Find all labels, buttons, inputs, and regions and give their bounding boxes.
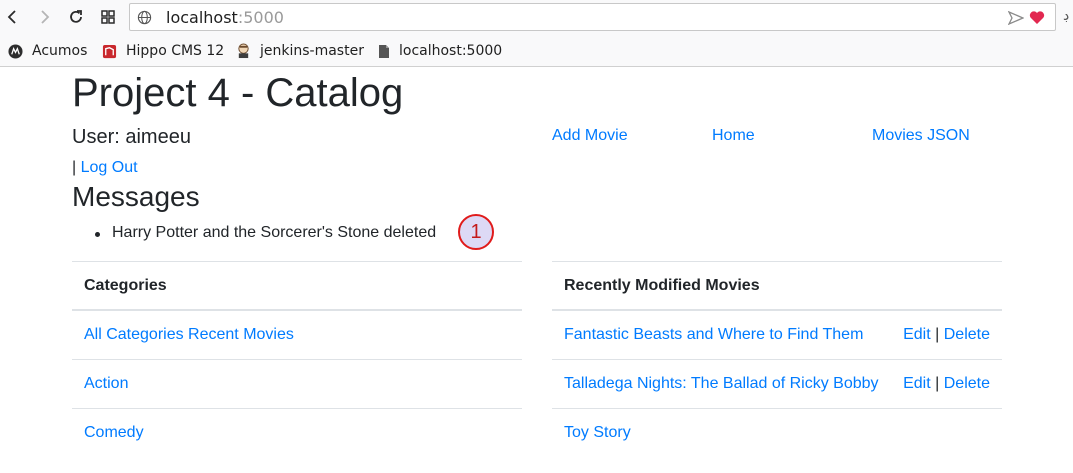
category-link-action[interactable]: Action <box>84 374 128 394</box>
grid-icon <box>101 10 115 24</box>
bookmark-label: jenkins-master <box>260 43 364 59</box>
send-icon[interactable] <box>1008 11 1024 25</box>
delete-link[interactable]: Delete <box>944 375 990 392</box>
table-row: Toy Story <box>552 408 1002 457</box>
logout-link[interactable]: Log Out <box>81 159 138 176</box>
reload-button[interactable] <box>66 7 86 27</box>
edit-link[interactable]: Edit <box>903 326 931 343</box>
table-row: Action <box>72 359 522 408</box>
bookmarks-bar: Acumos Hippo CMS 12 jenkins-master local… <box>0 35 1073 67</box>
page-title: Project 4 - Catalog <box>72 71 404 115</box>
bookmark-label: Hippo CMS 12 <box>126 43 225 59</box>
table-row: Comedy <box>72 408 522 457</box>
chevron-left-icon <box>7 10 16 24</box>
table-row: Fantastic Beasts and Where to Find Them … <box>552 310 1002 359</box>
delete-link[interactable]: Delete <box>944 326 990 343</box>
jenkins-icon <box>236 43 251 59</box>
page-icon <box>378 44 390 59</box>
flash-message: Harry Potter and the Sorcerer's Stone de… <box>112 224 437 241</box>
recent-movies-header: Recently Modified Movies <box>564 277 760 294</box>
user-label: User: aimeeu <box>72 126 191 148</box>
url-host: localhost <box>166 8 238 27</box>
bookmark-hippo-cms[interactable]: Hippo CMS 12 <box>102 41 224 61</box>
url-text[interactable]: localhost:5000 <box>166 8 284 27</box>
movie-link[interactable]: Talladega Nights: The Ballad of Ricky Bo… <box>564 374 879 394</box>
address-bar[interactable]: localhost:5000 <box>129 3 1056 31</box>
table-row: All Categories Recent Movies <box>72 310 522 359</box>
messages-heading: Messages <box>72 181 200 212</box>
url-port: :5000 <box>237 8 284 27</box>
add-movie-link[interactable]: Add Movie <box>552 126 628 146</box>
forward-button[interactable] <box>34 7 54 27</box>
movie-link[interactable]: Toy Story <box>564 423 631 443</box>
page-content: Project 4 - Catalog User: aimeeu Add Mov… <box>0 68 1073 473</box>
table-header-row: Recently Modified Movies <box>552 261 1002 310</box>
movies-json-link[interactable]: Movies JSON <box>872 126 970 146</box>
browser-toolbar: localhost:5000 ڊ <box>0 0 1073 35</box>
action-separator: | <box>935 326 940 343</box>
back-button[interactable] <box>3 7 23 27</box>
logout-separator: | <box>72 159 77 176</box>
action-separator: | <box>935 375 940 392</box>
edit-link[interactable]: Edit <box>903 375 931 392</box>
heart-icon[interactable] <box>1029 10 1045 25</box>
bookmark-label: Acumos <box>32 43 88 59</box>
logout-line: | Log Out <box>72 158 138 178</box>
chevron-right-icon <box>41 10 50 24</box>
category-link-all-recent[interactable]: All Categories Recent Movies <box>84 325 294 345</box>
movie-link[interactable]: Fantastic Beasts and Where to Find Them <box>564 325 863 345</box>
categories-header: Categories <box>84 277 167 294</box>
acumos-icon <box>8 43 23 59</box>
toolbar-overflow-glyph: ڊ <box>1063 8 1070 24</box>
table-header-row: Categories <box>72 261 522 310</box>
recent-movies-table: Recently Modified Movies Fantastic Beast… <box>552 261 1002 457</box>
bookmark-label: localhost:5000 <box>399 43 503 59</box>
bookmark-localhost[interactable]: localhost:5000 <box>378 41 502 61</box>
reload-icon <box>70 10 82 23</box>
message-bullet <box>95 232 100 237</box>
categories-table: Categories All Categories Recent Movies … <box>72 261 522 457</box>
movie-actions: Edit | Delete <box>903 374 990 394</box>
movie-actions: Edit | Delete <box>903 325 990 345</box>
bookmark-jenkins-master[interactable]: jenkins-master <box>236 41 364 61</box>
category-link-comedy[interactable]: Comedy <box>84 423 144 443</box>
bookmark-acumos[interactable]: Acumos <box>8 41 87 61</box>
annotation-marker: 1 <box>458 214 494 250</box>
globe-icon <box>137 10 152 25</box>
table-row: Talladega Nights: The Ballad of Ricky Bo… <box>552 359 1002 408</box>
home-link[interactable]: Home <box>712 126 755 146</box>
tab-grid-button[interactable] <box>98 7 118 27</box>
hippo-cms-icon <box>102 44 117 59</box>
